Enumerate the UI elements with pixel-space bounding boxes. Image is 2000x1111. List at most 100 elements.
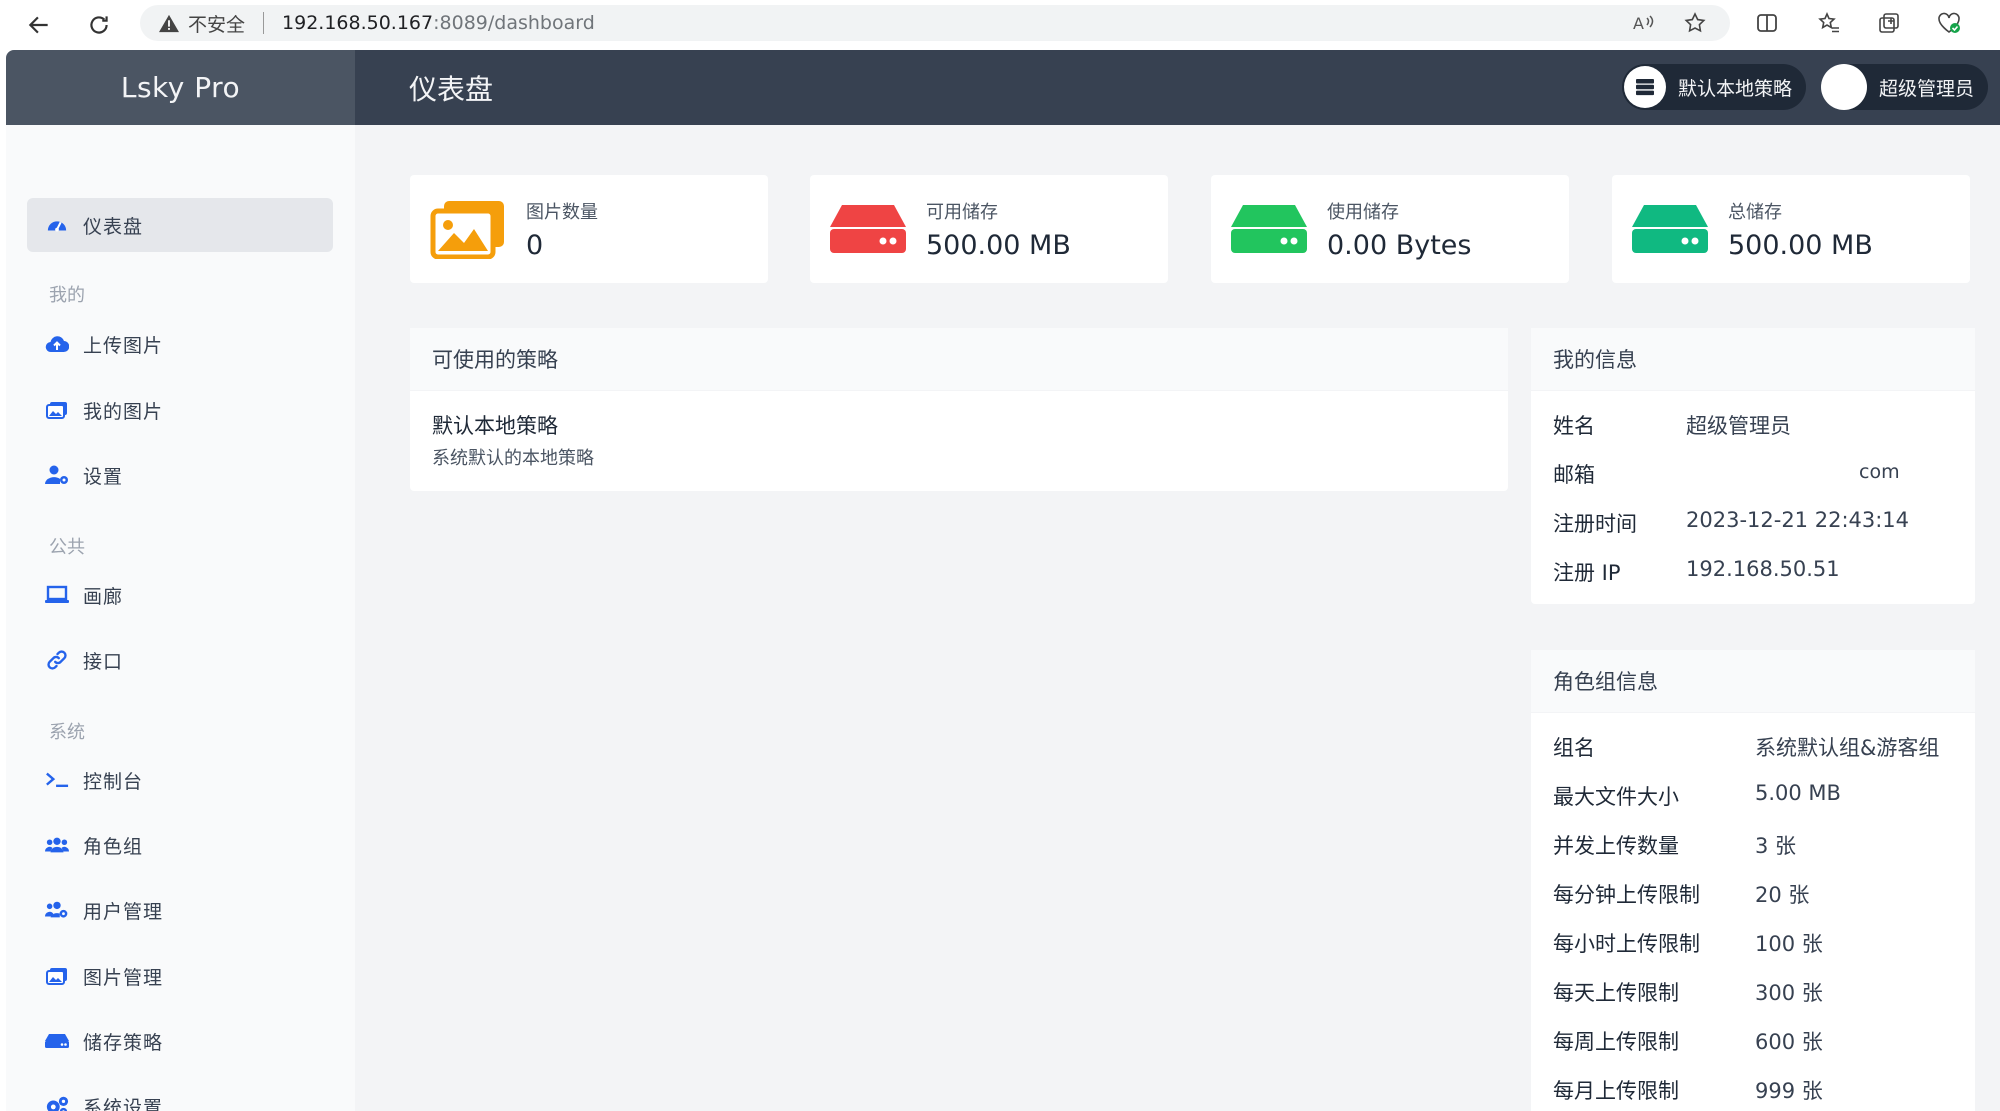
- strategies-panel-title: 可使用的策略: [410, 328, 1508, 391]
- terminal-icon: [45, 768, 69, 792]
- role-key: 每月上传限制: [1553, 1079, 1679, 1103]
- section-header-mine: 我的: [49, 285, 85, 306]
- role-value: 5.00 MB: [1755, 781, 1841, 805]
- sidebar-item-label: 仪表盘: [83, 215, 144, 238]
- hard-drive-icon: [1632, 199, 1708, 259]
- images-icon: [430, 199, 506, 259]
- role-value: 300 张: [1755, 981, 1823, 1005]
- sidebar-item-label: 接口: [83, 650, 124, 673]
- role-value: 100 张: [1755, 932, 1823, 956]
- strategy-pill-label: 默认本地策略: [1678, 77, 1793, 100]
- role-info-panel: 角色组信息 组名 系统默认组&游客组 最大文件大小 5.00 MB 并发上传数量…: [1531, 650, 1975, 1111]
- sidebar-item-storage[interactable]: 储存策略: [27, 1014, 333, 1068]
- sidebar-item-console[interactable]: 控制台: [27, 753, 333, 807]
- role-key: 并发上传数量: [1553, 834, 1679, 858]
- users-group-icon: [45, 833, 69, 857]
- role-info-title: 角色组信息: [1531, 650, 1975, 713]
- security-warning[interactable]: 不安全: [158, 10, 245, 37]
- server-icon: [1624, 66, 1666, 108]
- info-key-register-ip: 注册 IP: [1553, 561, 1621, 585]
- role-value: 999 张: [1755, 1079, 1823, 1103]
- sidebar-item-dashboard[interactable]: 仪表盘: [27, 198, 333, 252]
- security-label: 不安全: [188, 13, 246, 36]
- role-key: 组名: [1553, 736, 1595, 760]
- info-value-email: com: [1859, 461, 1900, 483]
- sidebar-item-label: 控制台: [83, 770, 144, 793]
- info-value-registered-at: 2023-12-21 22:43:14: [1686, 508, 1910, 532]
- stat-label: 可用储存: [926, 201, 998, 223]
- sidebar-item-image-management[interactable]: 图片管理: [27, 949, 333, 1003]
- address-divider: [263, 12, 265, 34]
- sidebar-item-my-images[interactable]: 我的图片: [27, 383, 333, 437]
- stat-card-image-count: 图片数量 0: [410, 175, 768, 283]
- my-info-panel: 我的信息 姓名 超级管理员 邮箱 com 注册时间 2023-12-21 22:…: [1531, 328, 1975, 604]
- sidebar-item-users[interactable]: 用户管理: [27, 883, 333, 937]
- strategy-description: 系统默认的本地策略: [432, 448, 594, 469]
- stat-label: 图片数量: [526, 201, 598, 223]
- laptop-icon: [45, 583, 69, 607]
- role-key: 每分钟上传限制: [1553, 883, 1700, 907]
- hard-drive-icon: [1231, 199, 1307, 259]
- strategy-selector-button[interactable]: 默认本地策略: [1622, 64, 1807, 110]
- stat-label: 总储存: [1728, 201, 1782, 223]
- role-key: 每小时上传限制: [1553, 932, 1700, 956]
- role-value: 系统默认组&游客组: [1755, 736, 1940, 760]
- section-header-public: 公共: [49, 537, 85, 558]
- reload-icon[interactable]: [82, 8, 116, 42]
- strategies-panel: 可使用的策略 默认本地策略 系统默认的本地策略: [410, 328, 1508, 491]
- role-value: 3 张: [1755, 834, 1797, 858]
- strategy-name: 默认本地策略: [432, 414, 558, 438]
- read-aloud-icon[interactable]: A: [1627, 6, 1661, 40]
- brand-logo[interactable]: Lsky Pro: [6, 50, 355, 125]
- link-icon: [45, 648, 69, 672]
- split-screen-icon[interactable]: [1750, 6, 1784, 40]
- back-icon[interactable]: [22, 8, 56, 42]
- browser-toolbar: 不安全 192.168.50.167:8089/dashboard A: [0, 0, 2000, 47]
- browser-health-icon[interactable]: [1932, 6, 1966, 40]
- hard-drive-icon: [45, 1029, 69, 1053]
- sidebar-item-label: 画廊: [83, 585, 124, 608]
- sidebar-item-label: 用户管理: [83, 900, 164, 923]
- sidebar-item-system-settings[interactable]: 系统设置: [27, 1079, 333, 1111]
- images-icon: [45, 964, 69, 988]
- sidebar-item-label: 储存策略: [83, 1031, 164, 1054]
- sidebar-item-label: 上传图片: [83, 334, 164, 357]
- section-header-system: 系统: [49, 722, 85, 743]
- user-menu-button[interactable]: 超级管理员: [1821, 64, 1989, 110]
- user-cog-icon: [45, 463, 69, 487]
- top-header: 仪表盘 默认本地策略 超级管理员: [355, 50, 2000, 125]
- cogs-icon: [45, 1094, 69, 1111]
- sidebar-item-label: 图片管理: [83, 966, 164, 989]
- info-value-register-ip: 192.168.50.51: [1686, 557, 1840, 581]
- stat-value: 0.00 Bytes: [1327, 229, 1472, 261]
- dashboard-gauge-icon: [45, 213, 69, 237]
- sidebar-item-api[interactable]: 接口: [27, 633, 333, 687]
- hard-drive-icon: [830, 199, 906, 259]
- page-title: 仪表盘: [409, 72, 494, 106]
- sidebar-item-upload[interactable]: 上传图片: [27, 317, 333, 371]
- role-value: 20 张: [1755, 883, 1810, 907]
- role-key: 每天上传限制: [1553, 981, 1679, 1005]
- sidebar-item-roles[interactable]: 角色组: [27, 818, 333, 872]
- info-key-email: 邮箱: [1553, 463, 1595, 487]
- role-key: 每周上传限制: [1553, 1030, 1679, 1054]
- role-value: 600 张: [1755, 1030, 1823, 1054]
- warning-icon: [159, 14, 179, 33]
- cloud-upload-icon: [45, 332, 69, 356]
- sidebar-item-settings[interactable]: 设置: [27, 448, 333, 502]
- address-bar[interactable]: 不安全 192.168.50.167:8089/dashboard: [140, 5, 1730, 41]
- stat-value: 500.00 MB: [926, 229, 1071, 261]
- info-value-name: 超级管理员: [1686, 414, 1791, 438]
- sidebar: Lsky Pro 仪表盘 我的 上传图片 我的图片 设置 公共 画廊 接口 系统…: [6, 50, 355, 1111]
- favorite-star-icon[interactable]: [1678, 6, 1712, 40]
- collections-icon[interactable]: [1872, 6, 1906, 40]
- avatar: [1821, 64, 1867, 110]
- sidebar-item-gallery[interactable]: 画廊: [27, 568, 333, 622]
- url-path: :8089/dashboard: [433, 12, 595, 34]
- sidebar-item-label: 系统设置: [83, 1096, 164, 1111]
- favorites-icon[interactable]: [1812, 6, 1846, 40]
- sidebar-item-label: 角色组: [83, 835, 144, 858]
- my-info-title: 我的信息: [1531, 328, 1975, 391]
- info-key-name: 姓名: [1553, 414, 1595, 438]
- svg-text:A: A: [1633, 14, 1644, 33]
